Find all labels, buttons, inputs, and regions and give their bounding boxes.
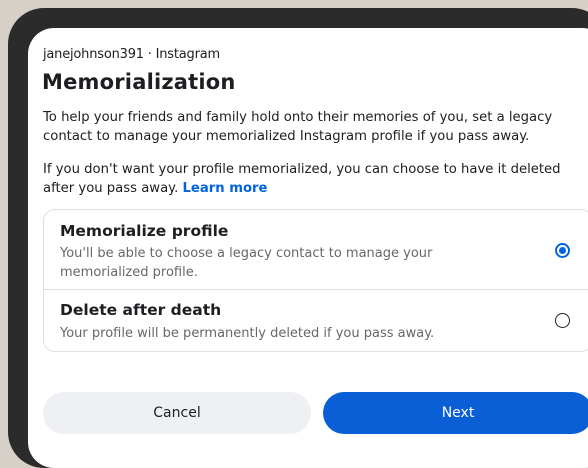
- option-description: Your profile will be permanently deleted…: [60, 326, 435, 341]
- memorialization-options: Memorialize profile You'll be able to ch…: [43, 209, 588, 352]
- account-label: janejohnson391 · Instagram: [43, 47, 220, 62]
- device-frame: janejohnson391 · Instagram Memorializati…: [8, 8, 588, 468]
- cancel-button[interactable]: Cancel: [43, 392, 311, 434]
- memorialization-dialog: janejohnson391 · Instagram Memorializati…: [28, 28, 588, 468]
- option-title: Memorialize profile: [60, 222, 229, 240]
- radio-selected-icon[interactable]: [555, 243, 570, 258]
- option-memorialize-profile[interactable]: Memorialize profile You'll be able to ch…: [44, 210, 588, 290]
- option-delete-after-death[interactable]: Delete after death Your profile will be …: [44, 290, 588, 351]
- delete-info-paragraph: If you don't want your profile memoriali…: [43, 160, 588, 198]
- page-title: Memorialization: [42, 70, 236, 94]
- delete-info-text: If you don't want your profile memoriali…: [43, 162, 561, 196]
- next-button[interactable]: Next: [323, 392, 588, 434]
- radio-unselected-icon[interactable]: [555, 313, 570, 328]
- option-description: You'll be able to choose a legacy contac…: [60, 246, 433, 280]
- intro-paragraph: To help your friends and family hold ont…: [43, 110, 553, 144]
- option-title: Delete after death: [60, 301, 222, 319]
- learn-more-link[interactable]: Learn more: [182, 181, 267, 196]
